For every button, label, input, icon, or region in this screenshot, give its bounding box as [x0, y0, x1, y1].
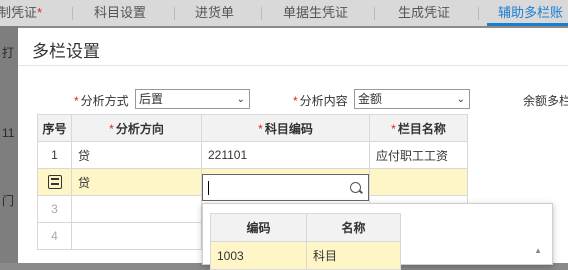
lookup-table: 编码 名称 1003 科目 [210, 213, 401, 270]
background-text: 11 [2, 126, 15, 140]
analysis-method-select[interactable]: 后置 ⌄ [135, 89, 250, 109]
header-code: * 科目编码 [201, 114, 370, 142]
background-text: 打 [2, 46, 15, 60]
row-number: 4 [37, 222, 72, 250]
subject-code-input[interactable] [202, 174, 369, 201]
row-number: 3 [37, 195, 72, 223]
table-row[interactable]: 1 贷 221101 应付职工工资 [37, 141, 468, 169]
header-seq: 序号 [37, 114, 72, 142]
lookup-header-code: 编码 [210, 213, 307, 242]
chevron-down-icon: ⌄ [236, 94, 245, 105]
cell-direction[interactable]: 贷 [71, 141, 202, 169]
cell-direction[interactable] [71, 222, 202, 250]
tab-generate-voucher[interactable]: 生成凭证 [398, 0, 450, 26]
tab-voucher[interactable]: 制凭证* [0, 0, 42, 26]
table-header: 序号 * 分析方向 * 科目编码 * 栏目名称 [37, 114, 468, 142]
cell-column-name[interactable]: 应付职工工资 [369, 141, 468, 169]
tab-purchase-order[interactable]: 进货单 [195, 0, 234, 26]
title-divider [18, 65, 568, 66]
tab-subject-settings[interactable]: 科目设置 [94, 0, 146, 26]
dialog-title: 多栏设置 [32, 42, 100, 61]
tab-divider [261, 7, 262, 20]
text-cursor [208, 181, 209, 195]
lookup-cell-code[interactable]: 1003 [210, 241, 307, 270]
cell-column-name[interactable] [369, 168, 468, 196]
tab-divider [374, 7, 375, 20]
row-edit-cell[interactable] [37, 168, 72, 196]
background-page: 打 11 门 [0, 26, 18, 263]
lookup-header: 编码 名称 [210, 213, 401, 242]
tab-document-voucher[interactable]: 单据生凭证 [283, 0, 348, 26]
tab-divider [174, 7, 175, 20]
subject-lookup-dropdown: 编码 名称 1003 科目 ▲ [202, 203, 553, 270]
analysis-content-select[interactable]: 金额 ⌄ [354, 89, 470, 109]
analysis-content-label: * 分析内容 [293, 94, 348, 108]
search-icon[interactable] [350, 182, 361, 193]
tab-divider [72, 7, 73, 20]
lookup-row[interactable]: 1003 科目 [210, 241, 401, 270]
header-direction: * 分析方向 [71, 114, 202, 142]
analysis-method-label: * 分析方式 [74, 94, 129, 108]
header-column-name: * 栏目名称 [369, 114, 468, 142]
row-number: 1 [37, 141, 72, 169]
background-text: 门 [2, 194, 15, 208]
row-edit-icon[interactable] [47, 175, 62, 190]
cell-direction[interactable] [71, 195, 202, 223]
balance-multi-column-label: 余额多栏 [523, 94, 568, 108]
scroll-up-icon[interactable]: ▲ [534, 246, 542, 255]
cell-direction[interactable]: 贷 [71, 168, 202, 196]
lookup-header-name: 名称 [306, 213, 401, 242]
active-tab-indicator [487, 23, 568, 26]
lookup-cell-name[interactable]: 科目 [306, 241, 401, 270]
tab-bar: 制凭证* 科目设置 进货单 单据生凭证 生成凭证 辅助多栏账 [0, 0, 568, 26]
tab-divider [478, 7, 479, 20]
chevron-down-icon: ⌄ [456, 94, 465, 105]
cell-code[interactable]: 221101 [201, 141, 370, 169]
